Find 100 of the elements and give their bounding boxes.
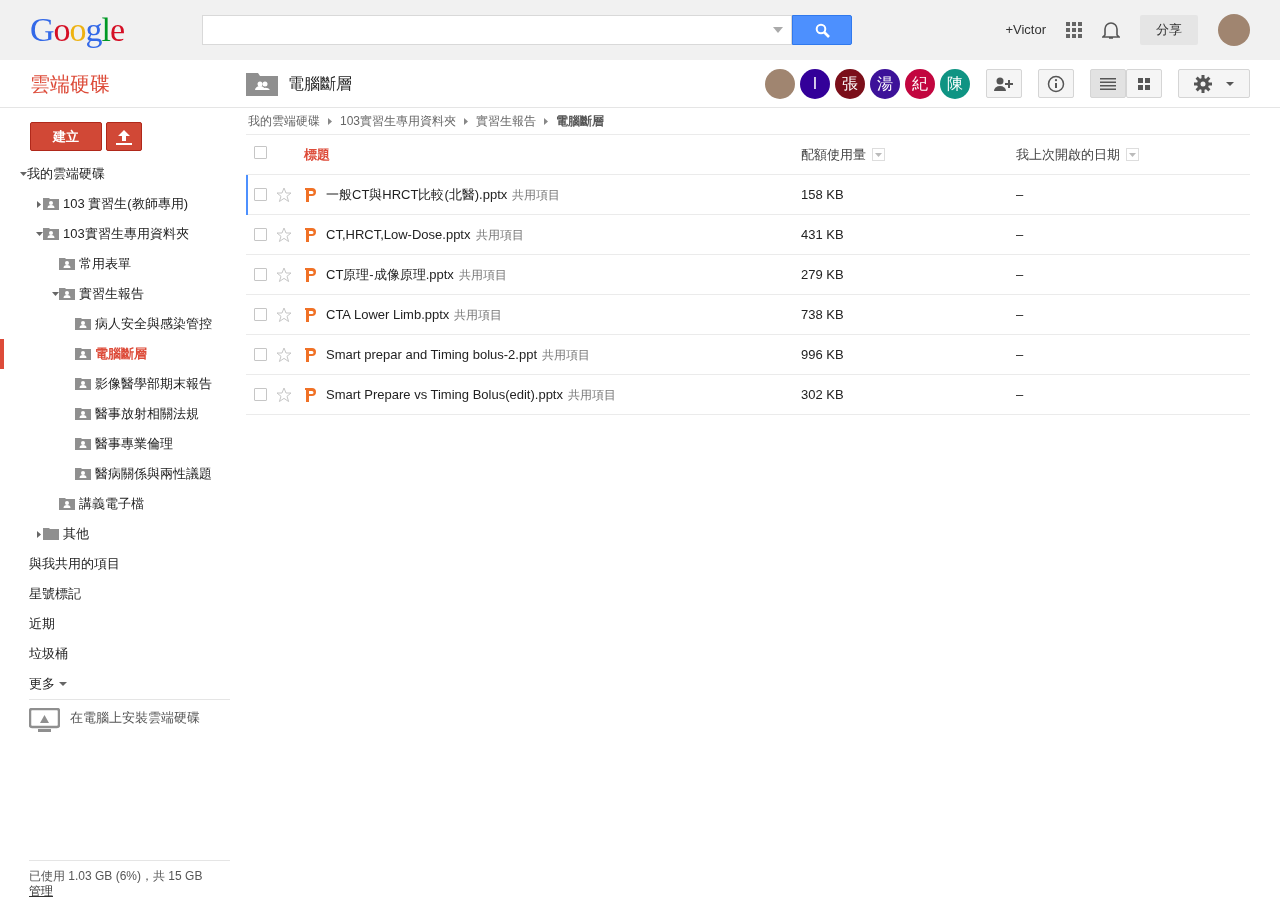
star-icon[interactable] — [276, 226, 292, 243]
star-icon[interactable] — [276, 186, 292, 203]
column-header[interactable]: 我上次開啟的日期 — [1016, 144, 1120, 165]
breadcrumb-link[interactable]: 103實習生專用資料夾 — [340, 112, 457, 130]
row-checkbox[interactable] — [254, 388, 267, 401]
folder-link[interactable]: 醫事放射相關法規 — [95, 404, 199, 424]
row-checkbox[interactable] — [254, 228, 267, 241]
collaborator-avatar[interactable]: I — [800, 68, 830, 99]
grid-view-button[interactable] — [1126, 69, 1162, 98]
star-icon[interactable] — [276, 346, 292, 363]
collaborator-avatar[interactable]: 陳 — [940, 68, 970, 99]
folder-title: 電腦斷層 — [288, 73, 352, 94]
last-opened-text: – — [1016, 265, 1024, 284]
presentation-file-icon — [304, 186, 317, 203]
settings-icon — [1194, 74, 1212, 93]
file-name-link[interactable]: 一般CT與HRCT比較(北醫).pptx — [326, 184, 508, 205]
select-all-checkbox[interactable] — [254, 145, 267, 159]
row-checkbox[interactable] — [254, 188, 267, 201]
folder-link[interactable]: 病人安全與感染管控 — [95, 314, 212, 334]
settings-button[interactable] — [1178, 69, 1250, 98]
folder-link[interactable]: 醫病關係與兩性議題 — [95, 464, 212, 484]
presentation-file-icon — [304, 346, 317, 363]
list-view-button[interactable] — [1090, 69, 1126, 98]
shared-folder-icon — [59, 288, 75, 300]
folder-link[interactable]: 103實習生專用資料夾 — [63, 224, 189, 244]
column-header[interactable]: 配額使用量 — [801, 144, 866, 165]
folder-link[interactable]: 103 實習生(教師專用) — [63, 194, 188, 214]
share-button[interactable]: 分享 — [1140, 15, 1198, 45]
star-icon[interactable] — [276, 306, 292, 323]
expanded-arrow-icon[interactable] — [19, 172, 27, 176]
shared-label: 共用項目 — [512, 186, 561, 204]
expanded-arrow-icon[interactable] — [35, 232, 43, 236]
last-opened-text: – — [1016, 225, 1024, 244]
search-field[interactable] — [202, 15, 792, 45]
collapsed-arrow-icon[interactable] — [37, 530, 41, 538]
nav-link[interactable]: 與我共用的項目 — [29, 554, 120, 574]
folder-icon — [43, 528, 59, 540]
folder-link[interactable]: 醫事專業倫理 — [95, 434, 173, 454]
expanded-arrow-icon[interactable] — [51, 292, 59, 296]
shared-folder-icon — [43, 228, 59, 240]
profile-avatar[interactable] — [1218, 14, 1250, 46]
folder-link[interactable]: 常用表單 — [79, 254, 131, 274]
sort-menu-icon[interactable] — [872, 148, 885, 161]
breadcrumb-link[interactable]: 電腦斷層 — [556, 112, 605, 130]
folder-link[interactable]: 我的雲端硬碟 — [27, 164, 105, 184]
sort-menu-icon[interactable] — [1126, 148, 1139, 161]
details-button[interactable] — [1038, 69, 1074, 98]
list-icon — [1100, 77, 1116, 90]
file-name-link[interactable]: Smart Prepare vs Timing Bolus(edit).pptx — [326, 384, 563, 405]
nav-link[interactable]: 近期 — [29, 614, 55, 634]
folder-link[interactable]: 實習生報告 — [79, 284, 144, 304]
dropdown-caret-icon[interactable] — [773, 27, 783, 33]
presentation-file-icon — [304, 306, 317, 323]
collaborator-avatar[interactable] — [765, 68, 795, 99]
shared-folder-icon — [75, 378, 91, 390]
collaborator-avatar[interactable]: 湯 — [870, 68, 900, 99]
file-name-link[interactable]: CTA Lower Limb.pptx — [326, 304, 450, 325]
install-drive-link[interactable]: 在電腦上安裝雲端硬碟 — [70, 708, 200, 728]
shared-folder-icon — [75, 438, 91, 450]
info-icon — [1047, 74, 1065, 93]
breadcrumb-link[interactable]: 我的雲端硬碟 — [248, 112, 320, 130]
storage-usage-text: 已使用 1.03 GB (6%)，共 15 GB — [29, 868, 204, 885]
file-name-link[interactable]: CT,HRCT,Low-Dose.pptx — [326, 224, 471, 245]
folder-link[interactable]: 講義電子檔 — [79, 494, 144, 514]
manage-link[interactable]: 管理 — [29, 884, 53, 899]
folder-link[interactable]: 電腦斷層 — [95, 344, 147, 364]
app-title[interactable]: 雲端硬碟 — [0, 68, 246, 99]
monitor-icon[interactable] — [29, 708, 60, 733]
add-people-button[interactable] — [986, 69, 1022, 98]
row-checkbox[interactable] — [254, 348, 267, 361]
file-size-text: 996 KB — [801, 346, 844, 362]
last-opened-text: – — [1016, 385, 1024, 404]
row-checkbox[interactable] — [254, 308, 267, 321]
folder-link[interactable]: 其他 — [63, 524, 89, 544]
search-button[interactable] — [792, 15, 852, 45]
more-link[interactable]: 更多 — [29, 674, 55, 694]
folder-link[interactable]: 影像醫學部期末報告 — [95, 374, 212, 394]
breadcrumb-link[interactable]: 實習生報告 — [476, 112, 537, 130]
google-logo[interactable]: Google — [30, 13, 202, 47]
presentation-file-icon — [304, 386, 317, 403]
file-size-text: 738 KB — [801, 306, 844, 322]
file-name-link[interactable]: Smart prepar and Timing bolus-2.ppt — [326, 344, 537, 365]
file-size-text: 302 KB — [801, 386, 844, 402]
shared-label: 共用項目 — [475, 226, 524, 244]
nav-link[interactable]: 星號標記 — [29, 584, 81, 604]
collapsed-arrow-icon[interactable] — [37, 200, 41, 208]
star-icon[interactable] — [276, 386, 292, 403]
apps-grid-icon[interactable] — [1066, 22, 1082, 38]
column-header[interactable]: 標題 — [304, 144, 330, 165]
bell-icon[interactable] — [1102, 20, 1120, 40]
star-icon[interactable] — [276, 266, 292, 283]
file-name-link[interactable]: CT原理-成像原理.pptx — [326, 264, 454, 285]
upload-button[interactable] — [106, 122, 142, 151]
user-name-link[interactable]: +Victor — [1005, 20, 1046, 40]
create-button[interactable]: 建立 — [30, 122, 102, 151]
shared-label: 共用項目 — [454, 306, 503, 324]
nav-link[interactable]: 垃圾桶 — [29, 644, 68, 664]
collaborator-avatar[interactable]: 紀 — [905, 68, 935, 99]
row-checkbox[interactable] — [254, 268, 267, 281]
collaborator-avatar[interactable]: 張 — [835, 68, 865, 99]
